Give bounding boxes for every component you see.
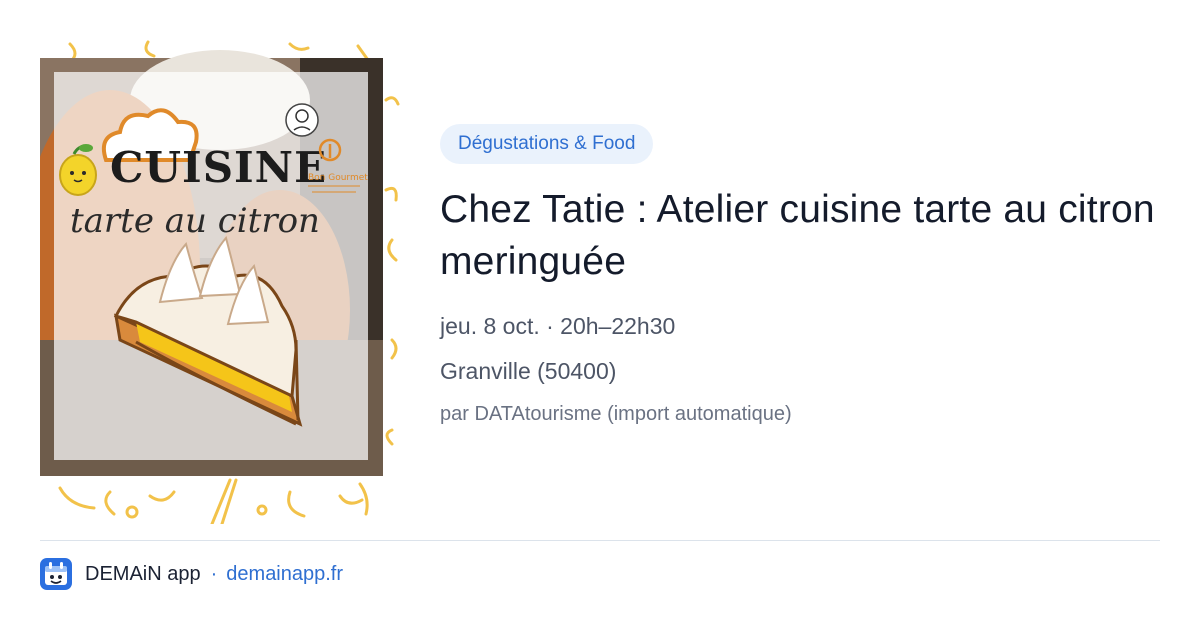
footer-separator: · xyxy=(210,562,218,585)
event-poster-image: CUISINE Bon Gourmet tarte au citron xyxy=(40,40,400,524)
demain-app-icon xyxy=(40,558,72,590)
footer-divider xyxy=(40,540,1160,541)
app-website-link[interactable]: demainapp.fr xyxy=(226,563,343,586)
svg-text:Bon Gourmet: Bon Gourmet xyxy=(308,173,368,183)
event-source: par DATAtourisme (import automatique) xyxy=(440,403,792,425)
app-name: DEMAiN app xyxy=(85,562,201,585)
footer: DEMAiN app · demainapp.fr xyxy=(40,558,343,590)
poster-headline: CUISINE xyxy=(110,143,327,192)
event-location: Granville (50400) xyxy=(440,358,617,384)
poster-subtitle: tarte au citron xyxy=(70,201,320,241)
event-title: Chez Tatie : Atelier cuisine tarte au ci… xyxy=(440,188,1155,283)
event-date-time: jeu. 8 oct. · 20h–22h30 xyxy=(440,313,676,339)
category-tag[interactable]: Dégustations & Food xyxy=(440,124,654,164)
